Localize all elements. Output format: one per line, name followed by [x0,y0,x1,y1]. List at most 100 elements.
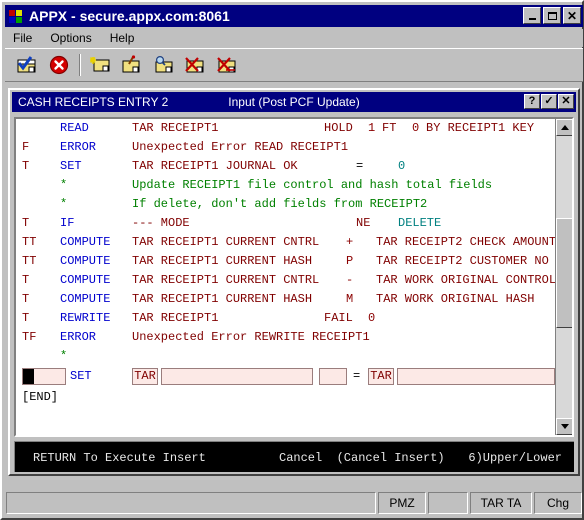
operand-file-label[interactable]: TAR [132,368,158,385]
row-operand: TAR RECEIPT1 CURRENT CNTRL [132,235,320,249]
row-flag: T [22,159,30,173]
command-hint-bar: RETURN To Execute Insert Cancel (Cancel … [14,441,574,472]
row-flag: T [22,292,30,306]
child-close-button[interactable]: ✕ [558,94,574,109]
code-pane: READ TAR RECEIPT1 HOLD 1 FT 0 BY RECEIPT… [14,117,574,437]
statement-row[interactable]: T IF --- MODE NE DELETE [16,214,556,233]
row-flag: TF [22,330,37,344]
row-operator: NE [356,216,371,230]
row-flag: T [22,273,30,287]
value-file-label[interactable]: TAR [368,368,394,385]
statement-row[interactable]: T REWRITE TAR RECEIPT1 FAIL 0 [16,309,556,328]
close-button[interactable]: ✕ [563,7,581,24]
statement-row[interactable]: READ TAR RECEIPT1 HOLD 1 FT 0 BY RECEIPT… [16,119,556,138]
row-command: * [60,349,68,363]
row-operator: - [346,273,354,287]
row-extra: 0 [368,311,376,325]
scroll-down-icon [560,424,569,429]
clear-record-button[interactable] [214,52,242,78]
menubar: File Options Help [5,29,583,47]
row-operator: M [346,292,354,306]
help-button[interactable]: ? [524,94,540,109]
row-command: COMPUTE [60,273,111,287]
child-window-titlebar[interactable]: CASH RECEIPTS ENTRY 2 Input (Post PCF Up… [12,92,576,112]
row-extra: FAIL [324,311,353,325]
scrollbar-thumb[interactable] [556,218,572,328]
query-record-button[interactable] [150,52,178,78]
statement-row[interactable]: F ERROR Unexpected Error READ RECEIPT1 [16,138,556,157]
child-window-controls: ? ✓ ✕ [524,94,574,109]
statement-edit-row[interactable]: SET TAR = TAR [16,366,556,388]
row-operand: TAR RECEIPT1 CURRENT CNTRL [132,273,320,287]
row-command: * [60,178,68,192]
row-command: ERROR [60,330,97,344]
row-operand: If delete, don't add fields from RECEIPT… [132,197,428,211]
scroll-up-icon [560,125,569,130]
comment-row[interactable]: * Update RECEIPT1 file control and hash … [16,176,556,195]
row-command: IF [60,216,75,230]
window-title: APPX - secure.appx.com:8061 [29,8,230,24]
row-value: TAR WORK ORIGINAL CONTROL [376,273,556,287]
vertical-scrollbar[interactable] [555,119,572,435]
statement-row[interactable]: TT COMPUTE TAR RECEIPT1 CURRENT HASH P T… [16,252,556,271]
value-name-input[interactable] [397,368,555,385]
statement-row[interactable]: T COMPUTE TAR RECEIPT1 CURRENT HASH M TA… [16,290,556,309]
menu-item-options[interactable]: Options [42,30,99,46]
operator-input[interactable] [319,368,347,385]
accept-folder-button[interactable] [13,52,41,78]
row-flag: TT [22,235,37,249]
scrollbar-track[interactable] [556,136,572,418]
statement-list[interactable]: READ TAR RECEIPT1 HOLD 1 FT 0 BY RECEIPT… [16,119,556,435]
statement-row[interactable]: T COMPUTE TAR RECEIPT1 CURRENT CNTRL - T… [16,271,556,290]
row-value: TAR WORK ORIGINAL HASH [376,292,535,306]
row-operator: P [346,254,354,268]
row-operand: Unexpected Error READ RECEIPT1 [132,140,349,154]
row-extra: 1 [368,121,376,135]
row-operand: TAR RECEIPT1 JOURNAL OK [132,159,298,173]
maximize-button[interactable] [543,7,561,24]
confirm-button[interactable]: ✓ [541,94,557,109]
statement-row[interactable]: TF ERROR Unexpected Error REWRITE RECEIP… [16,328,556,347]
row-flag: T [22,311,30,325]
status-database: TAR TA [470,492,532,514]
delete-record-button[interactable] [182,52,210,78]
scroll-down-button[interactable] [556,418,572,435]
row-command: SET [60,159,82,173]
statement-row[interactable]: T SET TAR RECEIPT1 JOURNAL OK = 0 [16,157,556,176]
windows-logo-icon [8,8,24,24]
hint-return: RETURN To Execute Insert [33,451,206,465]
minimize-icon [528,17,536,20]
row-command: ERROR [60,140,97,154]
window-titlebar[interactable]: APPX - secure.appx.com:8061 ✕ [5,5,583,27]
row-operand: --- MODE [132,216,190,230]
edit-row-command: SET [70,369,92,383]
window-controls: ✕ [523,7,581,24]
operand-name-input[interactable] [161,368,313,385]
child-window-title: CASH RECEIPTS ENTRY 2 [18,95,169,109]
statement-row[interactable]: TT COMPUTE TAR RECEIPT1 CURRENT CNTRL + … [16,233,556,252]
comment-row[interactable]: * If delete, don't add fields from RECEI… [16,195,556,214]
toolbar [5,48,583,82]
row-command: READ [60,121,89,135]
edit-record-button[interactable] [118,52,146,78]
menu-item-file[interactable]: File [5,30,40,46]
row-flag: TT [22,254,37,268]
query-record-folder-icon [155,55,173,73]
menu-item-help[interactable]: Help [102,30,143,46]
row-operand: TAR RECEIPT1 CURRENT HASH [132,292,313,306]
row-extra: 0 [412,121,420,135]
new-record-button[interactable] [86,52,114,78]
status-pmz: PMZ [378,492,426,514]
row-extra: FT [382,121,397,135]
cancel-button[interactable] [45,52,73,78]
row-command: COMPUTE [60,292,111,306]
child-window: CASH RECEIPTS ENTRY 2 Input (Post PCF Up… [8,88,580,476]
edit-record-folder-icon [122,55,140,73]
status-message [6,492,376,514]
statusbar: PMZ TAR TA Chg [6,492,582,514]
minimize-button[interactable] [523,7,541,24]
scroll-up-button[interactable] [556,119,572,136]
comment-row[interactable]: * [16,347,556,366]
row-operand: TAR RECEIPT1 [132,311,219,325]
row-command: * [60,197,68,211]
